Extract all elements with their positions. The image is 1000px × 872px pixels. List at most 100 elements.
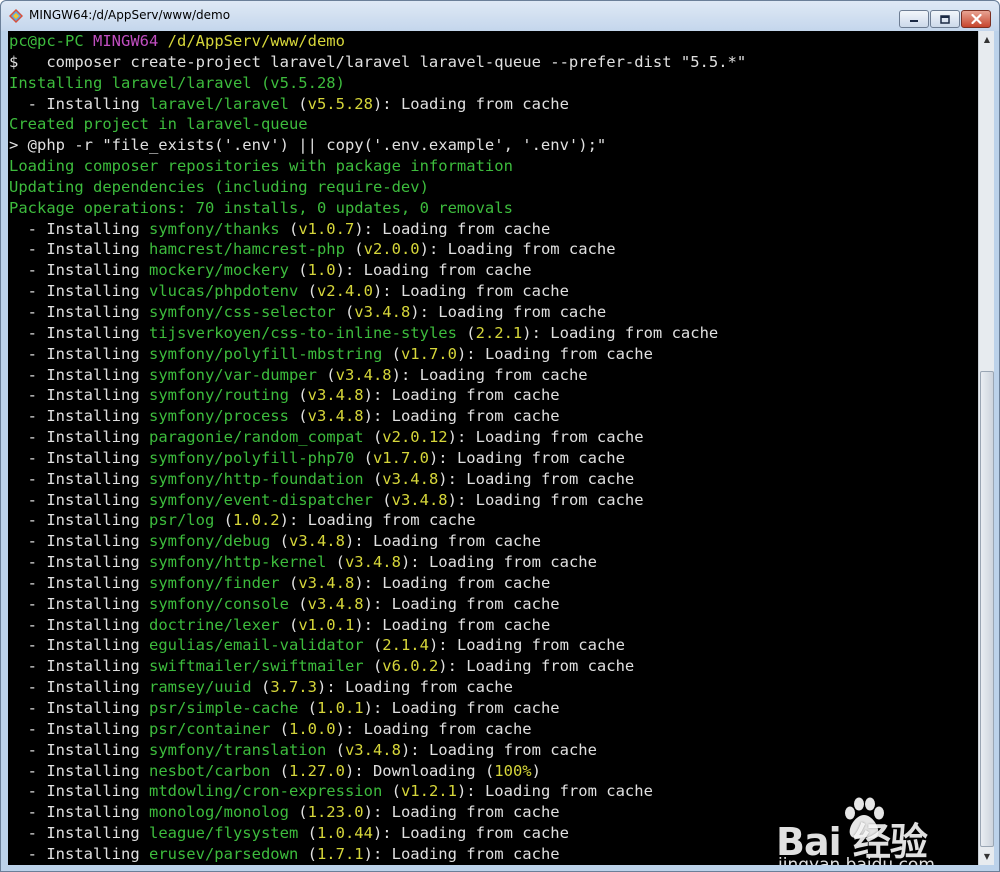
terminal-text-segment: pc@pc-PC [9,32,93,50]
minimize-icon [910,20,918,22]
scroll-up-button[interactable]: ▲ [979,31,995,48]
terminal-text-segment: vlucas/phpdotenv [148,282,299,301]
terminal-text-segment: ( [456,323,476,342]
terminal-text-segment: hamcrest/hamcrest-php [148,240,345,259]
terminal-text-segment: - Installing [9,344,149,363]
terminal-line: - Installing laravel/laravel (v5.5.28): … [9,94,977,115]
terminal-text-segment: v1.0.1 [298,615,355,634]
terminal-text-segment: 2.1.4 [382,636,429,655]
terminal-line: Installing laravel/laravel (v5.5.28) [9,73,977,94]
terminal-text-segment: ): Loading from cache [335,719,532,738]
terminal-text-segment: Package operations: 70 installs, 0 updat… [9,198,513,217]
terminal-line: - Installing tijsverkoyen/css-to-inline-… [9,323,977,344]
terminal-text-segment: ( [251,678,271,697]
terminal-text-segment: - Installing [9,678,149,697]
terminal-text-segment: ): Loading from cache [419,240,616,259]
terminal-text-segment: - Installing [9,407,149,426]
terminal-text-segment: Loading composer repositories with packa… [9,157,513,176]
terminal-text-segment: symfony/css-selector [148,302,336,321]
terminal-text-segment: ): Loading from cache [363,803,560,822]
terminal-text-segment: ( [372,490,392,509]
terminal-text-segment: psr/container [148,719,271,738]
terminal-text-segment: ( [382,782,401,801]
arrow-up-icon: ▲ [983,35,991,44]
terminal-text-segment: ( [279,219,299,238]
terminal-text-segment: v3.4.8 [344,553,401,572]
terminal-text-segment: ): Loading from cache [410,302,607,321]
arrow-down-icon: ▼ [983,852,991,861]
terminal-text-segment: Installing laravel/laravel (v5.5.28) [9,73,345,92]
terminal-text-segment: - Installing [9,490,149,509]
terminal-text-segment: ( [288,261,308,280]
terminal-text-segment: - Installing [9,302,149,321]
terminal-text-segment: mtdowling/cron-expression [148,782,383,801]
terminal-line: - Installing symfony/http-kernel (v3.4.8… [9,552,977,573]
terminal-text-segment: MINGW64 [93,32,168,50]
terminal-text-segment: v6.0.2 [382,657,439,676]
terminal-text-segment: - Installing [9,240,149,259]
terminal-text-segment: ( [270,719,289,738]
terminal-text-segment: > @php -r "file_exists('.env') || copy('… [9,136,607,155]
terminal-text-segment: 100% [494,761,532,780]
terminal-text-segment: 3.7.3 [270,678,317,697]
terminal-line: $ composer create-project laravel/larave… [9,52,977,73]
terminal-text-segment: ( [335,302,355,321]
terminal-text-segment: - Installing [9,532,149,551]
terminal-output[interactable]: pc@pc-PC MINGW64 /d/AppServ/www/demo $ co… [8,31,978,865]
terminal-line: - Installing ramsey/uuid (3.7.3): Loadin… [9,677,977,698]
terminal-text-segment: psr/log [148,511,215,530]
minimize-button[interactable] [899,10,929,28]
terminal-text-segment: laravel/laravel [148,94,289,113]
terminal-text-segment: 1.23.0 [307,803,364,822]
terminal-text-segment: egulias/email-validator [148,636,364,655]
terminal-line: - Installing symfony/thanks (v1.0.7): Lo… [9,219,977,240]
terminal-text-segment: - Installing [9,719,149,738]
mingw-logo-icon [9,9,23,23]
terminal-line: Updating dependencies (including require… [9,177,977,198]
close-button[interactable] [961,10,991,28]
terminal-text-segment: - Installing [9,365,149,384]
terminal-line: - Installing vlucas/phpdotenv (v2.4.0): … [9,281,977,302]
title-bar[interactable]: MINGW64:/d/AppServ/www/demo [1,1,999,31]
close-icon [970,14,982,24]
terminal-text-segment: ): Loading from cache [363,699,560,717]
terminal-text-segment: Created project in laravel-queue [9,115,308,134]
terminal-line: pc@pc-PC MINGW64 /d/AppServ/www/demo [9,31,977,52]
scroll-down-button[interactable]: ▼ [979,848,995,865]
terminal-text-segment: - Installing [9,428,149,447]
terminal-text-segment: ): Loading from cache [438,657,635,676]
terminal-text-segment: v3.4.8 [288,532,345,551]
terminal-text-segment: ramsey/uuid [148,678,252,697]
terminal-text-segment: ( [354,448,373,467]
terminal-text-segment: ( [298,282,317,301]
terminal-line: - Installing psr/simple-cache (1.0.1): L… [9,698,977,719]
terminal-text-segment: - Installing [9,782,149,801]
terminal-line: - Installing symfony/var-dumper (v3.4.8)… [9,365,977,386]
terminal-text-segment: league/flysystem [148,824,299,843]
terminal-text-segment: - Installing [9,615,149,634]
terminal-text-segment: symfony/polyfill-php70 [148,448,355,467]
terminal-text-segment: - Installing [9,803,149,822]
terminal-text-segment: ): Loading from cache [354,615,551,634]
terminal-text-segment: symfony/thanks [148,219,280,238]
terminal-text-segment: - Installing [9,386,149,405]
terminal-text-segment: ): Loading from cache [428,636,625,655]
maximize-button[interactable] [930,10,960,28]
terminal-text-segment: - Installing [9,824,149,843]
terminal-text-segment: v2.0.0 [363,240,420,259]
terminal-line: Loading composer repositories with packa… [9,156,977,177]
terminal-text-segment: tijsverkoyen/css-to-inline-styles [148,323,457,342]
terminal-line: - Installing symfony/finder (v3.4.8): Lo… [9,573,977,594]
terminal-text-segment: v3.4.8 [344,740,401,759]
terminal-text-segment: ( [214,511,233,530]
vertical-scrollbar[interactable]: ▲ ▼ [978,31,994,865]
terminal-text-segment: 1.0.44 [316,824,373,843]
terminal-text-segment: 1.0.1 [316,699,364,717]
scroll-thumb[interactable] [980,371,994,847]
terminal-text-segment: v3.4.8 [335,365,392,384]
terminal-text-segment: ): Loading from cache [447,428,644,447]
terminal-text-segment: symfony/finder [148,573,280,592]
terminal-text-segment: v1.0.7 [298,219,355,238]
terminal-text-segment: ( [326,553,345,572]
terminal-text-segment: 1.0 [307,261,336,280]
